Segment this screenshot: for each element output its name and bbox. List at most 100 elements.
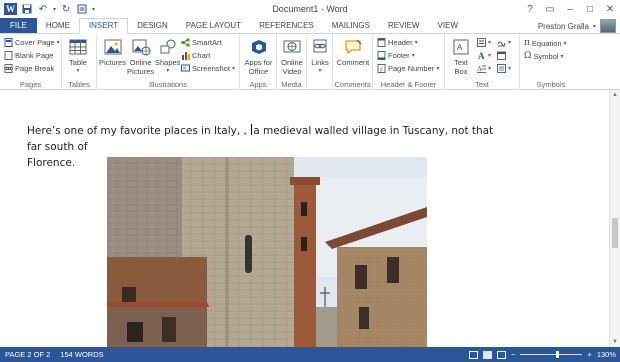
status-right-controls: − + 130%: [469, 347, 616, 362]
read-mode-icon[interactable]: [469, 350, 479, 359]
zoom-out-icon[interactable]: −: [511, 350, 515, 359]
page-break-button[interactable]: Page Break: [4, 64, 54, 73]
signature-line-button[interactable]: ▾: [497, 38, 511, 47]
table-button[interactable]: Table ▾: [68, 38, 88, 76]
tab-home[interactable]: HOME: [37, 18, 79, 34]
symbol-label: Symbol: [533, 51, 559, 61]
online-video-label-1: Online: [281, 58, 303, 67]
save-icon[interactable]: [21, 3, 33, 15]
tab-review[interactable]: REVIEW: [379, 18, 429, 34]
user-account[interactable]: Preston Gralla ▾: [538, 18, 616, 34]
tab-view[interactable]: VIEW: [429, 18, 467, 34]
page-number-label: Page Number: [388, 64, 435, 73]
word-app-icon[interactable]: W: [4, 3, 17, 15]
group-header-footer: Header ▾ Footer ▾ # Page Number ▾ Header & …: [373, 34, 445, 90]
group-apps: Apps for Office Apps: [240, 34, 277, 90]
tab-file[interactable]: FILE: [0, 18, 37, 34]
svg-text:A: A: [478, 51, 485, 60]
drop-cap-button[interactable]: A ▾: [477, 64, 491, 73]
equation-button[interactable]: π Equation ▾: [524, 38, 567, 48]
avatar[interactable]: [600, 19, 616, 33]
blank-page-icon: [4, 51, 13, 60]
smartart-label: SmartArt: [192, 38, 222, 47]
zoom-level[interactable]: 130%: [597, 350, 616, 359]
ribbon-insert: Cover Page ▾ Blank Page Page Break Pages …: [0, 33, 620, 122]
text-box-button[interactable]: A Text Box: [449, 38, 473, 76]
tab-page-layout[interactable]: PAGE LAYOUT: [177, 18, 250, 34]
chart-button[interactable]: Chart: [181, 51, 210, 60]
blank-page-button[interactable]: Blank Page: [4, 51, 53, 60]
comment-button[interactable]: Comment: [336, 38, 370, 67]
undo-icon[interactable]: ↶: [37, 3, 49, 15]
user-dropdown-icon[interactable]: ▾: [593, 23, 596, 30]
online-video-icon: [283, 40, 301, 53]
date-time-icon: [497, 51, 506, 60]
online-video-button[interactable]: Online Video: [280, 38, 304, 76]
apps-for-office-label-2: Office: [248, 67, 269, 76]
links-dropdown-icon: ▾: [318, 68, 322, 74]
scroll-down-icon[interactable]: ▼: [612, 339, 618, 345]
tab-insert[interactable]: INSERT: [78, 18, 129, 34]
tab-mailings[interactable]: MAILINGS: [323, 18, 379, 34]
customize-qat-icon[interactable]: ▾: [92, 6, 95, 13]
header-dropdown-icon: ▾: [414, 40, 418, 46]
web-layout-icon[interactable]: [497, 350, 507, 359]
header-label: Header: [388, 38, 413, 47]
print-preview-icon[interactable]: [76, 3, 88, 15]
help-button[interactable]: ?: [520, 0, 540, 18]
screenshot-dropdown-icon: ▾: [231, 66, 235, 72]
scrollbar-thumb[interactable]: [612, 218, 618, 248]
svg-text:A: A: [477, 65, 482, 73]
table-dropdown-icon: ▾: [76, 68, 80, 74]
footer-label: Footer: [388, 51, 410, 60]
zoom-in-icon[interactable]: +: [587, 350, 591, 359]
vertical-scrollbar[interactable]: ▲ ▼: [609, 90, 620, 347]
screenshot-icon: [181, 64, 190, 72]
zoom-slider[interactable]: [520, 351, 583, 358]
cover-page-button[interactable]: Cover Page ▾: [4, 38, 60, 47]
page-count-status[interactable]: PAGE 2 OF 2: [0, 350, 55, 359]
tab-references[interactable]: REFERENCES: [250, 18, 323, 34]
group-symbols: π Equation ▾ Ω Symbol ▾ Symbols: [520, 34, 582, 90]
ribbon-tabs: FILE HOME INSERT DESIGN PAGE LAYOUT REFE…: [0, 18, 620, 34]
drop-cap-icon: A: [477, 65, 486, 73]
group-illustrations-label: Illustrations: [149, 80, 187, 89]
text-box-label-2: Box: [454, 67, 468, 76]
signature-line-dropdown-icon: ▾: [508, 40, 512, 46]
print-layout-icon[interactable]: [483, 350, 493, 359]
apps-for-office-button[interactable]: Apps for Office: [243, 38, 274, 76]
shapes-button[interactable]: Shapes ▾: [155, 38, 180, 76]
ribbon-display-options-button[interactable]: ▭: [540, 0, 560, 18]
redo-icon[interactable]: ↻: [60, 3, 72, 15]
inserted-picture[interactable]: [107, 157, 427, 347]
undo-dropdown-icon[interactable]: ▾: [53, 6, 56, 13]
blank-page-label: Blank Page: [15, 51, 54, 60]
online-pictures-button[interactable]: Online Pictures: [127, 38, 154, 76]
page-number-button[interactable]: # Page Number ▾: [377, 64, 439, 73]
maximize-button[interactable]: □: [580, 0, 600, 18]
word-count-status[interactable]: 154 WORDS: [55, 350, 108, 359]
scroll-up-icon[interactable]: ▲: [612, 92, 618, 98]
screenshot-label: Screenshot: [192, 64, 230, 73]
wordart-button[interactable]: A ▾: [477, 51, 491, 60]
user-name[interactable]: Preston Gralla: [538, 22, 589, 31]
symbol-button[interactable]: Ω Symbol ▾: [524, 51, 564, 61]
zoom-slider-thumb[interactable]: [556, 351, 560, 358]
footer-button[interactable]: Footer ▾: [377, 51, 415, 60]
date-time-button[interactable]: [497, 51, 506, 60]
minimize-button[interactable]: –: [560, 0, 580, 18]
status-bar: PAGE 2 OF 2 154 WORDS − + 130%: [0, 347, 620, 362]
online-pictures-label-2: Pictures: [127, 67, 155, 76]
smartart-button[interactable]: SmartArt: [181, 38, 222, 47]
pictures-button[interactable]: Pictures: [99, 38, 126, 67]
quick-parts-button[interactable]: ▾: [477, 38, 491, 47]
tab-design[interactable]: DESIGN: [128, 18, 177, 34]
header-button[interactable]: Header ▾: [377, 38, 418, 47]
screenshot-button[interactable]: Screenshot ▾: [181, 64, 235, 73]
group-comments: Comment Comments: [333, 34, 373, 90]
document-canvas[interactable]: Here’s one of my favorite places in Ital…: [0, 90, 609, 347]
pictures-label: Pictures: [99, 58, 127, 67]
object-button[interactable]: ▾: [497, 64, 511, 73]
links-button[interactable]: Links ▾: [310, 38, 330, 76]
close-button[interactable]: ✕: [600, 0, 620, 18]
